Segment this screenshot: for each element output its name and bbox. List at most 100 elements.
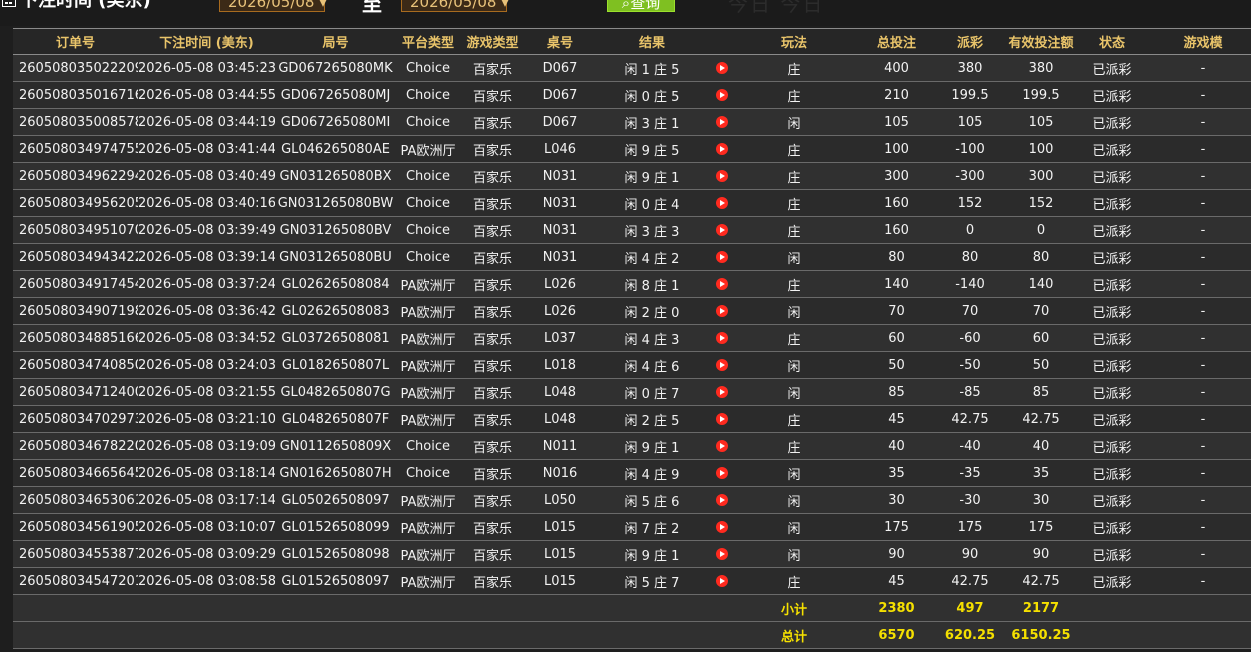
result: 闲 5 庄 7 <box>595 567 709 595</box>
date-from-select[interactable]: 2026/05/08 ▾ <box>219 0 327 12</box>
bet-option: 闲 <box>734 378 854 406</box>
replay-cell[interactable] <box>709 432 734 460</box>
play-video-icon[interactable] <box>715 359 728 371</box>
status-badge: 已派彩 <box>1081 432 1143 460</box>
table-number: N016 <box>525 459 595 487</box>
game-mode: - <box>1143 162 1251 190</box>
replay-cell[interactable] <box>709 351 734 379</box>
play-video-icon[interactable] <box>715 305 728 317</box>
round-number: GL01526508099 <box>275 513 396 541</box>
replay-cell[interactable] <box>709 270 734 298</box>
play-video-icon[interactable] <box>715 224 728 236</box>
play-video-icon[interactable] <box>715 116 728 128</box>
order-number: 260508034561905 <box>13 513 138 541</box>
replay-cell[interactable] <box>709 297 734 325</box>
platform-type: PA欧洲厅 <box>396 567 460 595</box>
round-number: GL0482650807G <box>275 378 396 406</box>
play-video-icon[interactable] <box>715 548 728 560</box>
play-video-icon[interactable] <box>715 62 728 74</box>
result: 闲 3 庄 1 <box>595 108 709 136</box>
table-number: N031 <box>525 216 595 244</box>
bet-option: 闲 <box>734 540 854 568</box>
replay-cell[interactable] <box>709 108 734 136</box>
bet-time: 2026-05-08 03:40:16 <box>138 189 275 217</box>
replay-cell[interactable] <box>709 540 734 568</box>
status-badge: 已派彩 <box>1081 270 1143 298</box>
play-video-icon[interactable] <box>715 332 728 344</box>
valid-bet: 60 <box>1001 324 1081 352</box>
game-type: 百家乐 <box>460 162 525 190</box>
replay-cell[interactable] <box>709 567 734 595</box>
play-video-icon[interactable] <box>715 89 728 101</box>
total-bet: 100 <box>854 135 939 163</box>
play-video-icon[interactable] <box>715 251 728 263</box>
table-number: L015 <box>525 567 595 595</box>
left-gutter <box>0 28 13 652</box>
replay-cell[interactable] <box>709 135 734 163</box>
column-header: 下注时间 (美东) <box>138 28 275 55</box>
empty-cell <box>275 594 396 622</box>
replay-cell[interactable] <box>709 459 734 487</box>
play-video-icon[interactable] <box>715 521 728 533</box>
bet-time: 2026-05-08 03:44:55 <box>138 81 275 109</box>
replay-cell[interactable] <box>709 189 734 217</box>
replay-cell[interactable] <box>709 54 734 82</box>
platform-type: PA欧洲厅 <box>396 405 460 433</box>
play-video-icon[interactable] <box>715 413 728 425</box>
status-badge: 已派彩 <box>1081 459 1143 487</box>
play-video-icon[interactable] <box>715 197 728 209</box>
total-bet: 45 <box>854 567 939 595</box>
bet-option: 闲 <box>734 486 854 514</box>
platform-type: Choice <box>396 54 460 82</box>
play-video-icon[interactable] <box>715 170 728 182</box>
play-video-icon[interactable] <box>715 440 728 452</box>
replay-cell[interactable] <box>709 378 734 406</box>
status-badge: 已派彩 <box>1081 405 1143 433</box>
replay-cell[interactable] <box>709 81 734 109</box>
bet-option: 闲 <box>734 297 854 325</box>
game-type: 百家乐 <box>460 189 525 217</box>
replay-cell[interactable] <box>709 513 734 541</box>
bet-time: 2026-05-08 03:37:24 <box>138 270 275 298</box>
play-video-icon[interactable] <box>715 575 728 587</box>
replay-cell[interactable] <box>709 243 734 271</box>
platform-type: PA欧洲厅 <box>396 351 460 379</box>
bet-option: 庄 <box>734 189 854 217</box>
valid-bet: 30 <box>1001 486 1081 514</box>
query-button[interactable]: ⌕查询 <box>607 0 675 12</box>
bet-option: 庄 <box>734 216 854 244</box>
total-bet: 85 <box>854 378 939 406</box>
valid-bet: 380 <box>1001 54 1081 82</box>
valid-bet: 300 <box>1001 162 1081 190</box>
empty-cell <box>1081 594 1143 622</box>
result: 闲 4 庄 3 <box>595 324 709 352</box>
round-number: GN0112650809X <box>275 432 396 460</box>
table-row: 260508034547201 2026-05-08 03:08:58 GL0152… <box>13 567 1251 595</box>
play-video-icon[interactable] <box>715 278 728 290</box>
total-bet: 35 <box>854 459 939 487</box>
play-video-icon[interactable] <box>715 143 728 155</box>
replay-cell[interactable] <box>709 162 734 190</box>
bet-option: 闲 <box>734 513 854 541</box>
valid-bet: 80 <box>1001 243 1081 271</box>
payout: 70 <box>939 297 1001 325</box>
payout: 80 <box>939 243 1001 271</box>
platform-type: Choice <box>396 81 460 109</box>
empty-cell <box>396 621 460 649</box>
date-to-select[interactable]: 2026/05/08 ▾ <box>401 0 509 12</box>
replay-cell[interactable] <box>709 486 734 514</box>
empty-cell <box>595 621 709 649</box>
order-number: 260508034974755 <box>13 135 138 163</box>
empty-cell <box>595 594 709 622</box>
round-number: GN031265080BV <box>275 216 396 244</box>
round-number: GL0182650807L <box>275 351 396 379</box>
replay-cell[interactable] <box>709 324 734 352</box>
payout: 0 <box>939 216 1001 244</box>
play-video-icon[interactable] <box>715 467 728 479</box>
round-number: GN031265080BX <box>275 162 396 190</box>
play-video-icon[interactable] <box>715 494 728 506</box>
replay-cell[interactable] <box>709 405 734 433</box>
replay-cell[interactable] <box>709 216 734 244</box>
play-video-icon[interactable] <box>715 386 728 398</box>
table-row: 260508034885166 2026-05-08 03:34:52 GL0372… <box>13 324 1251 352</box>
